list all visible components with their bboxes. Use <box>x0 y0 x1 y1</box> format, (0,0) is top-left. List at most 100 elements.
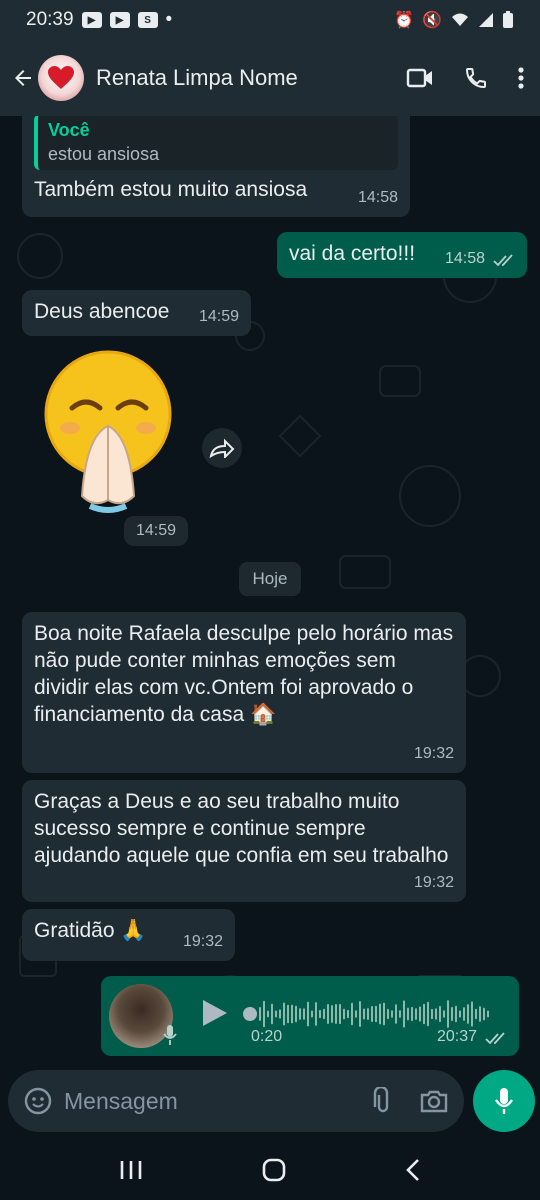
message-incoming[interactable]: Boa noite Rafaela desculpe pelo horário … <box>22 612 466 773</box>
video-call-icon[interactable] <box>406 67 434 89</box>
message-outgoing[interactable]: vai da certo!!! 14:58 <box>277 232 527 278</box>
waveform-bar <box>487 1010 489 1018</box>
status-time: 20:39 <box>26 9 74 30</box>
quote-author: Você <box>48 120 90 140</box>
waveform-bar <box>363 1008 365 1020</box>
contact-name[interactable]: Renata Limpa Nome <box>96 65 406 91</box>
more-vertical-icon[interactable] <box>518 66 524 90</box>
recent-apps-icon[interactable] <box>119 1159 143 1181</box>
waveform-bar <box>451 1006 453 1022</box>
waveform-bar <box>391 1010 393 1018</box>
youtube-icon: ▶ <box>81 12 102 28</box>
waveform-bar <box>351 1002 353 1026</box>
waveform-bar <box>347 1009 349 1019</box>
waveform-bar <box>479 1006 481 1022</box>
system-nav-bar <box>0 1140 540 1200</box>
waveform-bar <box>431 1008 433 1020</box>
message-incoming[interactable]: Deus abencoe 14:59 <box>22 290 251 336</box>
youtube-icon: ▶ <box>109 12 130 28</box>
waveform-bar <box>279 1009 281 1019</box>
attach-icon[interactable] <box>372 1087 394 1115</box>
alarm-icon: ⏰ <box>394 12 415 29</box>
waveform-bar <box>459 1010 461 1018</box>
waveform-bar <box>295 1005 297 1023</box>
waveform-bar <box>271 1003 273 1025</box>
message-text: Graças a Deus e ao seu trabalho muito su… <box>34 790 449 867</box>
waveform-bar <box>327 1004 329 1024</box>
waveform-bar <box>315 1002 317 1026</box>
message-text: Gratidão <box>34 919 115 942</box>
date-divider: Hoje <box>239 562 301 596</box>
forward-icon <box>209 438 235 458</box>
message-text: Deus abencoe <box>34 300 170 323</box>
waveform-bar <box>403 1000 405 1028</box>
waveform-bar <box>355 1010 357 1018</box>
message-text: Boa noite Rafaela desculpe pelo horário … <box>34 622 454 726</box>
waveform-bar <box>475 1008 477 1020</box>
quoted-message[interactable]: Você estou ansiosa <box>34 116 398 170</box>
mute-icon: 🔇 <box>422 12 442 29</box>
voice-record-button[interactable] <box>473 1070 535 1132</box>
praying-hands-emoji: 🙏 <box>120 919 147 942</box>
waveform-bar <box>423 1003 425 1025</box>
avatar[interactable] <box>38 55 84 101</box>
voice-message[interactable]: 0:20 20:37 <box>101 976 519 1056</box>
waveform-bar <box>375 1005 377 1023</box>
waveform-bar <box>307 1001 309 1027</box>
quote-text: estou ansiosa <box>48 144 160 164</box>
camera-icon[interactable] <box>420 1089 448 1113</box>
waveform-bar <box>467 1004 469 1024</box>
phone-icon[interactable] <box>464 66 488 90</box>
waveform-bar <box>399 1010 401 1018</box>
waveform-bar <box>335 1004 337 1024</box>
message-incoming[interactable]: Graças a Deus e ao seu trabalho muito su… <box>22 780 466 902</box>
message-time: 19:32 <box>182 933 223 950</box>
waveform-bar <box>267 1010 269 1018</box>
waveform-bar <box>483 1007 485 1021</box>
message-text: Também estou muito ansiosa <box>34 178 308 201</box>
house-emoji: 🏠 <box>249 703 277 726</box>
sticker-time: 14:59 <box>124 516 188 546</box>
waveform-bar <box>323 1008 325 1020</box>
voice-progress-knob[interactable] <box>243 1007 257 1021</box>
double-check-icon <box>493 254 513 267</box>
waveform-bar <box>411 1006 413 1022</box>
waveform-bar <box>311 1010 313 1018</box>
back-nav-icon[interactable] <box>405 1158 421 1182</box>
waveform-bar <box>275 1010 277 1018</box>
waveform-bar <box>287 1004 289 1024</box>
praying-emoji-sticker[interactable] <box>40 346 180 516</box>
waveform-bar <box>463 1007 465 1021</box>
waveform-bar <box>339 1003 341 1025</box>
chat-area[interactable]: Você estou ansiosa Também estou muito an… <box>0 116 540 1066</box>
waveform-bar <box>343 1008 345 1020</box>
composer <box>0 1066 540 1140</box>
mic-icon <box>495 1088 513 1114</box>
waveform-bar <box>371 1005 373 1023</box>
heart-icon <box>48 66 74 89</box>
signal-icon <box>479 13 493 27</box>
waveform-bar <box>407 1007 409 1021</box>
forward-button[interactable] <box>202 428 242 468</box>
play-icon[interactable] <box>201 998 229 1028</box>
message-input-container <box>8 1070 464 1132</box>
sticker-icon[interactable] <box>24 1087 52 1115</box>
waveform-bar <box>395 1004 397 1024</box>
voice-duration: 0:20 <box>251 1028 283 1045</box>
message-input[interactable] <box>62 1086 372 1116</box>
home-icon[interactable] <box>261 1157 287 1183</box>
waveform-bar <box>383 1002 385 1026</box>
waveform-bar <box>303 1008 305 1020</box>
message-time: 14:58 <box>444 250 485 267</box>
waveform-bar <box>291 1004 293 1024</box>
wifi-icon <box>452 13 468 26</box>
message-incoming[interactable]: Gratidão 🙏 19:32 <box>22 909 235 961</box>
waveform-bar <box>387 1008 389 1020</box>
double-check-icon <box>485 1032 505 1045</box>
message-time: 14:58 <box>357 189 398 206</box>
message-incoming[interactable]: Você estou ansiosa Também estou muito an… <box>22 116 410 217</box>
mic-icon <box>163 1025 177 1045</box>
back-button[interactable] <box>10 65 36 91</box>
waveform-bar <box>415 1008 417 1020</box>
waveform-bar <box>455 1005 457 1023</box>
